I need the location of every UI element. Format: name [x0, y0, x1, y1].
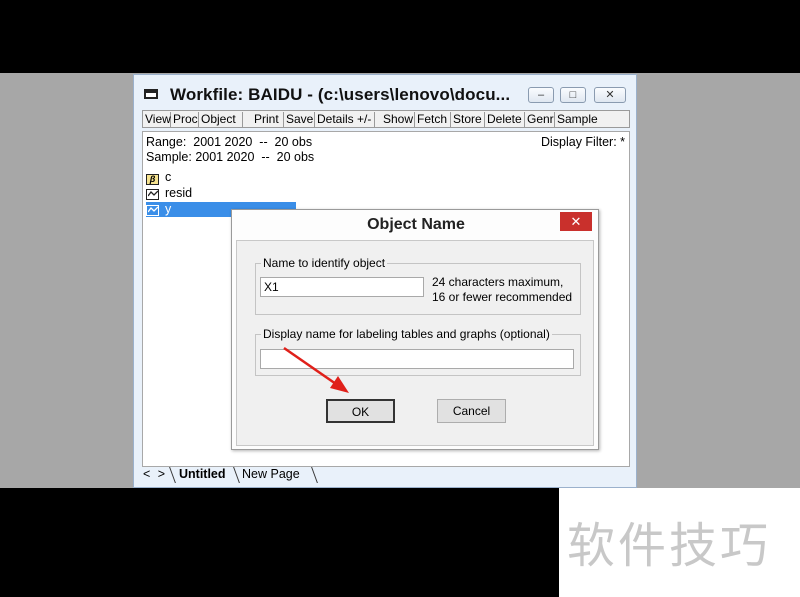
watermark-text: 软件技巧 [567, 518, 772, 574]
watermark-area: 软件技巧 [559, 488, 800, 597]
